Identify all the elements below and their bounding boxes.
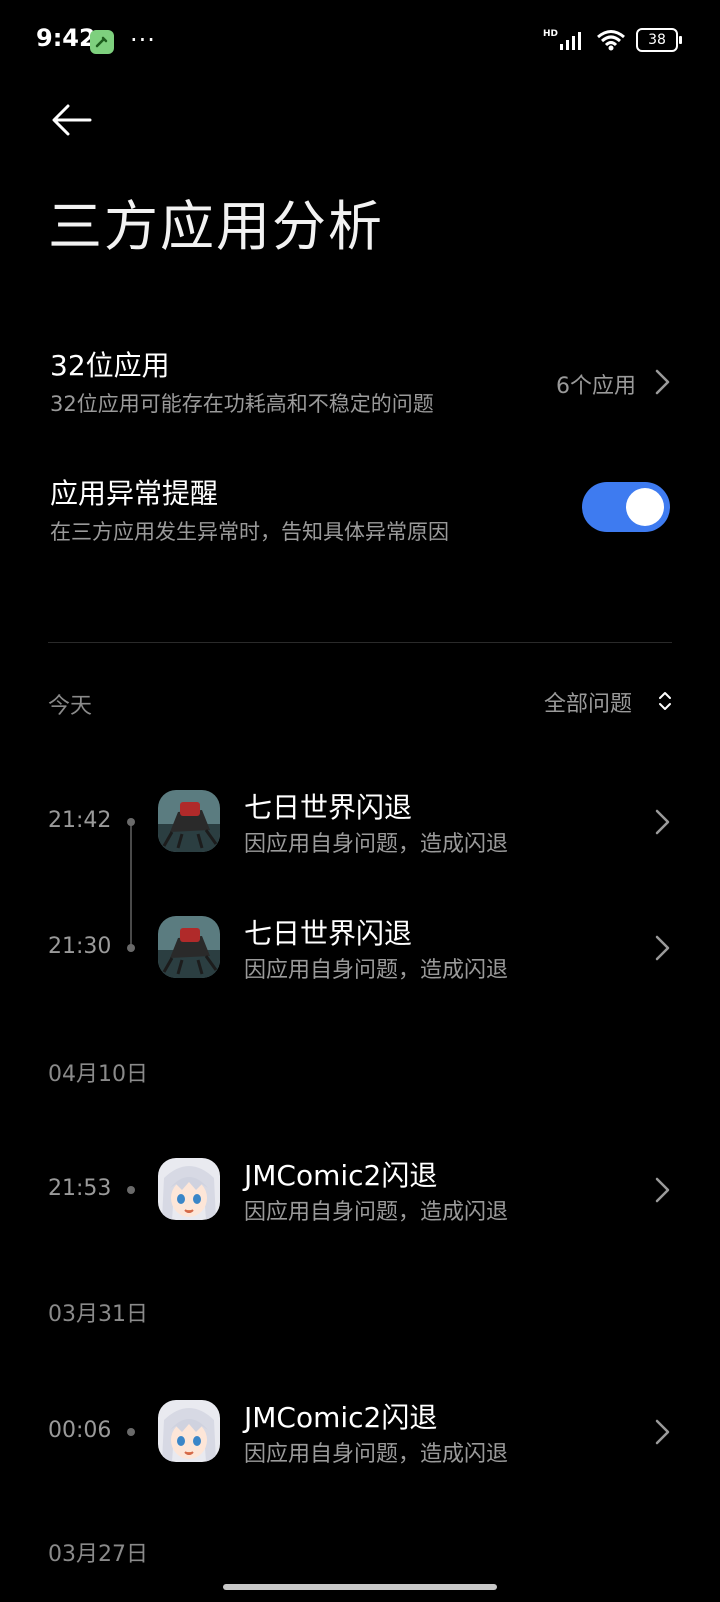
status-time: 9:42 xyxy=(36,24,96,52)
chevron-right-icon xyxy=(655,369,670,395)
home-indicator[interactable] xyxy=(223,1584,497,1590)
chevron-right-icon xyxy=(655,1177,670,1203)
anime-avatar-icon xyxy=(158,1400,220,1462)
divider xyxy=(48,642,672,643)
crash-subtitle: 因应用自身问题，造成闪退 xyxy=(244,1442,509,1467)
back-button[interactable] xyxy=(50,100,94,144)
crash-title: 七日世界闪退 xyxy=(244,791,413,824)
bit32-row[interactable]: 32位应用 32位应用可能存在功耗高和不稳定的问题 6个应用 xyxy=(48,340,672,420)
crash-time: 21:30 xyxy=(48,934,112,959)
section-date: 04月10日 xyxy=(48,1062,148,1087)
crash-subtitle: 因应用自身问题，造成闪退 xyxy=(244,1200,509,1225)
chevron-right-icon xyxy=(655,935,670,961)
anime-avatar-icon xyxy=(158,1158,220,1220)
section-date: 03月31日 xyxy=(48,1302,148,1327)
bit32-count: 6个应用 xyxy=(556,374,636,399)
timeline-dot xyxy=(127,944,135,952)
timeline-dot xyxy=(127,818,135,826)
app-alert-title: 应用异常提醒 xyxy=(50,477,219,510)
crash-title: JMComic2闪退 xyxy=(244,1159,438,1192)
crash-title: 七日世界闪退 xyxy=(244,917,413,950)
chevron-right-icon xyxy=(655,1419,670,1445)
toggle-knob xyxy=(626,488,664,526)
status-app-icon xyxy=(90,30,114,54)
hd-label: HD xyxy=(542,29,558,39)
wifi-icon xyxy=(597,30,625,51)
bit32-title: 32位应用 xyxy=(50,349,170,382)
status-indicators: HD 38 xyxy=(542,28,682,52)
timeline-dot xyxy=(127,1186,135,1194)
crash-item-1[interactable]: 21:42 七日世界闪退 因应用自身问题，造成闪退 xyxy=(48,786,672,858)
filter-label: 全部问题 xyxy=(544,692,633,717)
section-date: 03月27日 xyxy=(48,1542,148,1567)
game-icon xyxy=(158,790,220,852)
battery-icon: 38 xyxy=(636,28,682,52)
page-title: 三方应用分析 xyxy=(48,195,384,258)
crash-subtitle: 因应用自身问题，造成闪退 xyxy=(244,958,509,983)
crash-item-2[interactable]: 21:30 七日世界闪退 因应用自身问题，造成闪退 xyxy=(48,912,672,984)
back-arrow-icon xyxy=(52,104,92,136)
sort-chevron-icon xyxy=(659,692,671,710)
crash-title: JMComic2闪退 xyxy=(244,1401,438,1434)
battery-level: 38 xyxy=(648,32,666,48)
filter-dropdown[interactable]: 全部问题 xyxy=(544,686,672,718)
status-more-icon: ··· xyxy=(130,26,156,54)
section-date-today: 今天 xyxy=(48,694,93,719)
crash-item-4[interactable]: 00:06 JMComic2闪退 因应用自身问题，造成闪退 xyxy=(48,1396,672,1468)
crash-time: 21:42 xyxy=(48,808,112,833)
crash-time: 00:06 xyxy=(48,1418,112,1443)
crash-subtitle: 因应用自身问题，造成闪退 xyxy=(244,832,509,857)
bit32-subtitle: 32位应用可能存在功耗高和不稳定的问题 xyxy=(50,392,434,416)
chevron-right-icon xyxy=(655,809,670,835)
app-alert-toggle[interactable] xyxy=(582,482,670,532)
signal-icon xyxy=(560,32,581,50)
app-alert-subtitle: 在三方应用发生异常时，告知具体异常原因 xyxy=(50,520,449,544)
app-alert-row: 应用异常提醒 在三方应用发生异常时，告知具体异常原因 xyxy=(48,468,548,548)
crash-item-3[interactable]: 21:53 JMComic2闪退 因应用自身问题，造成闪退 xyxy=(48,1154,672,1226)
crash-time: 21:53 xyxy=(48,1176,112,1201)
game-icon xyxy=(158,916,220,978)
timeline-dot xyxy=(127,1428,135,1436)
